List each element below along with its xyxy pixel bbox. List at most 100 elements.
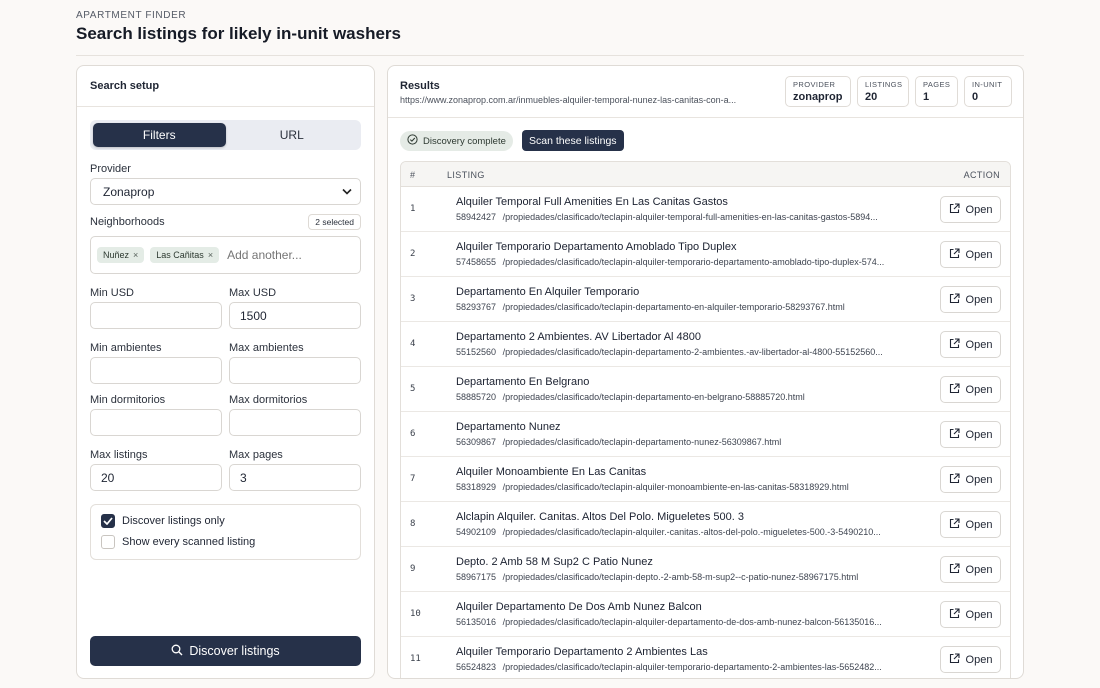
listing-meta: 54902109 /propiedades/clasificado/teclap… xyxy=(456,527,931,537)
column-header-number: # xyxy=(410,170,416,180)
row-number: 3 xyxy=(410,294,416,304)
open-label: Open xyxy=(965,608,993,621)
row-number: 5 xyxy=(410,384,416,394)
min-ambientes-input[interactable] xyxy=(90,357,222,384)
listing-path: /propiedades/clasificado/teclapin-alquil… xyxy=(502,617,882,627)
listing-meta: 57458655 /propiedades/clasificado/teclap… xyxy=(456,257,931,267)
remove-chip-icon[interactable]: × xyxy=(133,250,138,260)
external-link-icon xyxy=(949,472,960,487)
listing-title: Departamento En Alquiler Temporario xyxy=(456,286,640,298)
open-listing-button[interactable]: Open xyxy=(940,421,1001,448)
column-header-listing: LISTING xyxy=(447,170,485,180)
app-eyebrow: APARTMENT FINDER xyxy=(76,10,187,21)
table-header: # LISTING ACTION xyxy=(401,162,1010,187)
listing-title: Alclapin Alquiler. Canitas. Altos Del Po… xyxy=(456,511,744,523)
listing-id: 58885720 xyxy=(456,392,497,402)
stat-value: zonaprop xyxy=(793,91,843,103)
listing-title: Departamento Nunez xyxy=(456,421,561,433)
open-listing-button[interactable]: Open xyxy=(940,601,1001,628)
discover-only-option[interactable]: Discover listings only xyxy=(101,514,350,528)
table-row: 6 Departamento Nunez 56309867 /propiedades… xyxy=(401,412,1010,457)
min-dormitorios-input[interactable] xyxy=(90,409,222,436)
neighborhoods-input[interactable]: Nuñez × Las Cañitas × xyxy=(90,236,361,274)
listing-meta: 58318929 /propiedades/clasificado/teclap… xyxy=(456,482,931,492)
external-link-icon xyxy=(949,247,960,262)
discover-listings-button[interactable]: Discover listings xyxy=(90,636,361,666)
status-text: Discovery complete xyxy=(423,135,506,147)
table-row: 11 Alquiler Temporario Departamento 2 Amb… xyxy=(401,637,1010,678)
provider-value: Zonaprop xyxy=(103,184,155,199)
external-link-icon xyxy=(949,562,960,577)
provider-select[interactable]: Zonaprop xyxy=(90,178,361,205)
max-listings-input[interactable]: 20 xyxy=(90,464,222,491)
listing-path: /propiedades/clasificado/teclapin-depto.… xyxy=(502,572,859,582)
neighborhood-chip: Las Cañitas × xyxy=(150,247,220,263)
results-table: # LISTING ACTION 1 Alquiler Temporal Full… xyxy=(400,161,1011,678)
listing-title: Alquiler Temporario Departamento Amoblad… xyxy=(456,241,737,253)
stat-label: PROVIDER xyxy=(793,80,836,89)
max-pages-input[interactable]: 3 xyxy=(229,464,361,491)
remove-chip-icon[interactable]: × xyxy=(208,250,213,260)
min-usd-input[interactable] xyxy=(90,302,222,329)
open-listing-button[interactable]: Open xyxy=(940,511,1001,538)
open-label: Open xyxy=(965,248,993,261)
row-number: 4 xyxy=(410,339,416,349)
listing-id: 57458655 xyxy=(456,257,497,267)
max-usd-input[interactable]: 1500 xyxy=(229,302,361,329)
listing-meta: 56135016 /propiedades/clasificado/teclap… xyxy=(456,617,931,627)
chip-label: Las Cañitas xyxy=(156,250,204,260)
listing-path: /propiedades/clasificado/teclapin-depart… xyxy=(502,347,883,357)
add-neighborhood-input[interactable] xyxy=(227,248,328,262)
row-number: 10 xyxy=(410,609,421,619)
show-every-option[interactable]: Show every scanned listing xyxy=(101,535,350,549)
row-number: 8 xyxy=(410,519,416,529)
scan-listings-button[interactable]: Scan these listings xyxy=(522,130,624,151)
external-link-icon xyxy=(949,202,960,217)
external-link-icon xyxy=(949,427,960,442)
results-title: Results xyxy=(400,80,440,92)
open-listing-button[interactable]: Open xyxy=(940,241,1001,268)
listing-meta: 58293767 /propiedades/clasificado/teclap… xyxy=(456,302,931,312)
table-row: 9 Depto. 2 Amb 58 M Sup2 C Patio Nunez 589… xyxy=(401,547,1010,592)
max-ambientes-input[interactable] xyxy=(229,357,361,384)
open-listing-button[interactable]: Open xyxy=(940,556,1001,583)
open-listing-button[interactable]: Open xyxy=(940,286,1001,313)
listing-id: 58318929 xyxy=(456,482,497,492)
table-row: 5 Departamento En Belgrano 58885720 /propi… xyxy=(401,367,1010,412)
open-listing-button[interactable]: Open xyxy=(940,196,1001,223)
open-label: Open xyxy=(965,653,993,666)
listing-id: 56524823 xyxy=(456,662,497,672)
discover-only-label: Discover listings only xyxy=(122,515,225,527)
listing-path: /propiedades/clasificado/teclapin-depart… xyxy=(502,392,805,402)
table-row: 2 Alquiler Temporario Departamento Amobla… xyxy=(401,232,1010,277)
table-row: 8 Alclapin Alquiler. Canitas. Altos Del P… xyxy=(401,502,1010,547)
tab-url[interactable]: URL xyxy=(226,123,359,147)
row-number: 1 xyxy=(410,204,416,214)
show-every-label: Show every scanned listing xyxy=(122,536,256,548)
row-number: 9 xyxy=(410,564,416,574)
listing-path: /propiedades/clasificado/teclapin-depart… xyxy=(502,437,782,447)
checkbox-unchecked[interactable] xyxy=(101,535,115,549)
min-dormitorios-label: Min dormitorios xyxy=(90,394,166,406)
stat-value: 1 xyxy=(923,91,930,103)
open-label: Open xyxy=(965,293,993,306)
results-header: Results https://www.zonaprop.com.ar/inmu… xyxy=(388,66,1023,118)
open-listing-button[interactable]: Open xyxy=(940,646,1001,673)
listing-title: Alquiler Temporario Departamento 2 Ambie… xyxy=(456,646,708,658)
open-listing-button[interactable]: Open xyxy=(940,466,1001,493)
selected-count-badge: 2 selected xyxy=(308,214,361,230)
max-dormitorios-input[interactable] xyxy=(229,409,361,436)
stat-label: IN-UNIT xyxy=(972,80,1003,89)
external-link-icon xyxy=(949,382,960,397)
stat-listings: LISTINGS 20 xyxy=(857,76,909,107)
header-divider xyxy=(76,55,1024,56)
stat-value: 20 xyxy=(865,91,878,103)
open-listing-button[interactable]: Open xyxy=(940,376,1001,403)
tab-filters[interactable]: Filters xyxy=(93,123,226,147)
listing-path: /propiedades/clasificado/teclapin-alquil… xyxy=(502,212,878,222)
stat-label: PAGES xyxy=(923,80,951,89)
checkbox-checked[interactable] xyxy=(101,514,115,528)
open-listing-button[interactable]: Open xyxy=(940,331,1001,358)
search-setup-panel: Search setup Filters URL Provider Zonapr… xyxy=(76,65,375,679)
listing-title: Alquiler Temporal Full Amenities En Las … xyxy=(456,196,728,208)
